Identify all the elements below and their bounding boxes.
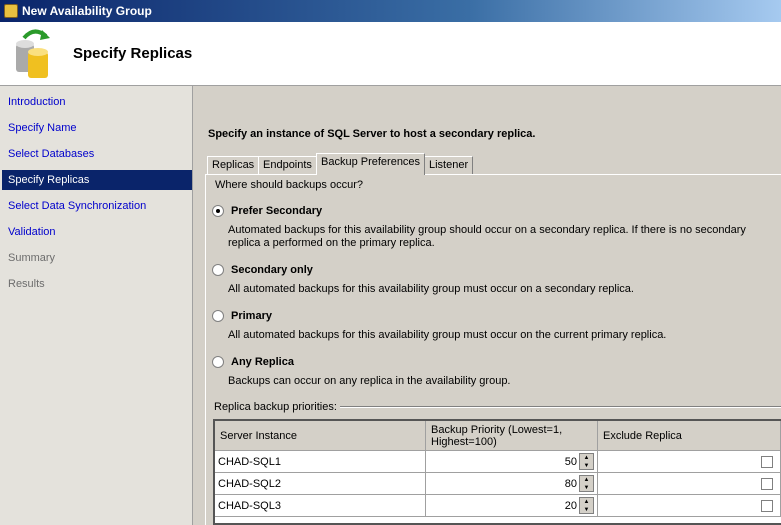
spin-arrows-icon[interactable]: ▲ ▼ [579, 475, 594, 492]
option-description-line: All automated backups for this availabil… [228, 329, 667, 341]
nav-item[interactable]: Select Databases [2, 144, 192, 164]
priority-value[interactable]: 50 [565, 456, 577, 468]
tab-backup-preferences[interactable]: Backup Preferences [316, 153, 426, 175]
tab-replicas[interactable]: Replicas [207, 156, 260, 174]
server-cell: CHAD-SQL1 [215, 451, 426, 473]
exclude-cell [598, 495, 781, 517]
exclude-replica-checkbox[interactable] [761, 478, 773, 490]
priority-value[interactable]: 80 [565, 478, 577, 490]
priority-stepper[interactable]: 80 ▲ ▼ [426, 473, 598, 495]
exclude-replica-checkbox[interactable] [761, 456, 773, 468]
column-header-exclude[interactable]: Exclude Replica [598, 421, 781, 451]
radio-button[interactable] [212, 264, 224, 276]
column-header-priority[interactable]: Backup Priority (Lowest=1, Highest=100) [426, 421, 598, 451]
radio-button[interactable] [212, 205, 224, 217]
window-title: New Availability Group [22, 4, 152, 18]
option-description-line: All automated backups for this availabil… [228, 283, 634, 295]
exclude-replica-checkbox[interactable] [761, 500, 773, 512]
priority-stepper[interactable]: 20 ▲ ▼ [426, 495, 598, 517]
tab-endpoints[interactable]: Endpoints [258, 156, 317, 174]
option-description-line: Backups can occur on any replica in the … [228, 375, 511, 387]
server-cell: CHAD-SQL3 [215, 495, 426, 517]
nav-item[interactable]: Validation [2, 222, 192, 242]
replica-priority-grid: Server Instance Backup Priority (Lowest=… [213, 419, 781, 525]
nav-item: Summary [8, 252, 56, 264]
priority-value[interactable]: 20 [565, 500, 577, 512]
option-description: All automated backups for this availabil… [228, 329, 778, 342]
option-label[interactable]: Prefer Secondary [231, 205, 322, 217]
option-description: Backups can occur on any replica in the … [228, 375, 778, 388]
tab-listener[interactable]: Listener [424, 156, 474, 174]
priority-stepper[interactable]: 50 ▲ ▼ [426, 451, 598, 473]
exclude-cell [598, 451, 781, 473]
page-title: Specify Replicas [73, 45, 193, 62]
server-cell: CHAD-SQL2 [215, 473, 426, 495]
option-description: All automated backups for this availabil… [228, 283, 778, 296]
option-label[interactable]: Primary [231, 310, 272, 322]
priorities-label: Replica backup priorities: [214, 401, 337, 413]
backup-question: Where should backups occur? [215, 179, 363, 191]
group-divider [340, 406, 781, 408]
nav-item[interactable]: Specify Name [2, 118, 192, 138]
wizard-nav: Introduction Specify Name Select Databases… [0, 86, 193, 525]
radio-button[interactable] [212, 310, 224, 322]
spin-arrows-icon[interactable]: ▲ ▼ [579, 453, 594, 470]
column-header-server[interactable]: Server Instance [215, 421, 426, 451]
option-description-line: performed on the primary replica. [272, 237, 435, 249]
option-label[interactable]: Secondary only [231, 264, 313, 276]
nav-item: Results [8, 278, 45, 290]
exclude-cell [598, 473, 781, 495]
spin-arrows-icon[interactable]: ▲ ▼ [579, 497, 594, 514]
option-label[interactable]: Any Replica [231, 356, 294, 368]
instruction-text: Specify an instance of SQL Server to hos… [208, 128, 536, 140]
nav-item[interactable]: Specify Replicas [2, 170, 192, 190]
title-bar: New Availability Group [0, 0, 781, 22]
nav-item[interactable]: Introduction [2, 92, 192, 112]
app-icon [4, 4, 18, 18]
radio-button[interactable] [212, 356, 224, 368]
option-description: Automated backups for this availability … [228, 224, 778, 250]
nav-item[interactable]: Select Data Synchronization [2, 196, 192, 216]
database-replica-icon [16, 29, 50, 78]
